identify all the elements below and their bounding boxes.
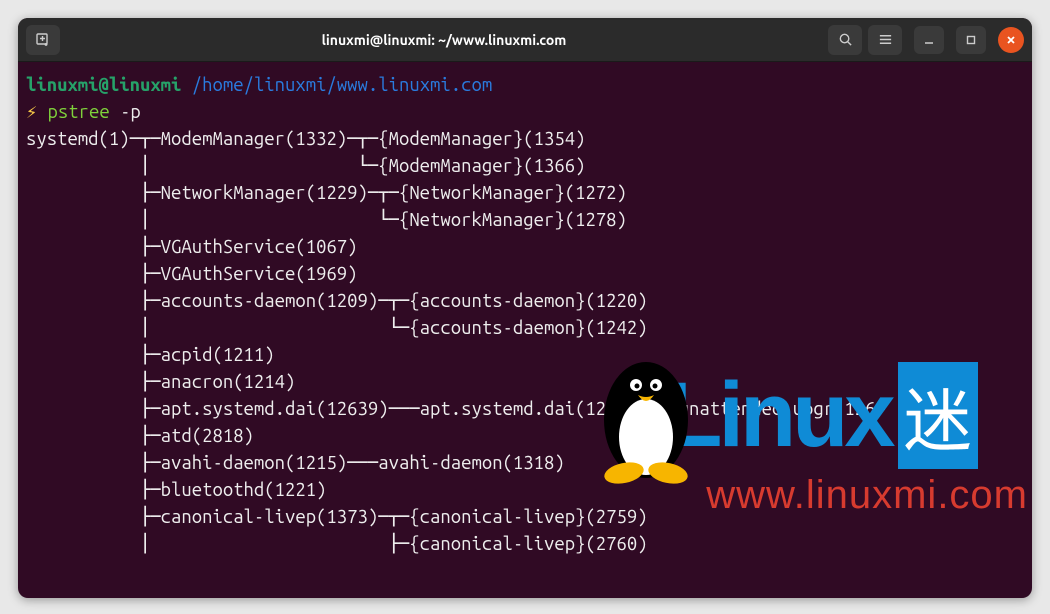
- window-title: linuxmi@linuxmi: ~/www.linuxmi.com: [66, 32, 822, 48]
- minimize-icon: [923, 34, 935, 46]
- new-tab-button[interactable]: [26, 25, 60, 55]
- terminal-body[interactable]: linuxmi@linuxmi /home/linuxmi/www.linuxm…: [18, 62, 1032, 598]
- search-button[interactable]: [828, 25, 862, 55]
- maximize-button[interactable]: [956, 26, 986, 54]
- close-button[interactable]: [998, 27, 1024, 53]
- command-name: pstree: [48, 102, 110, 122]
- prompt-user: linuxmi@linuxmi: [26, 75, 181, 95]
- new-tab-icon: [35, 32, 51, 48]
- search-icon: [838, 32, 853, 47]
- command-output: systemd(1)─┬─ModemManager(1332)─┬─{Modem…: [26, 129, 886, 554]
- prompt-symbol: ⚡: [26, 102, 37, 122]
- prompt-path: /home/linuxmi/www.linuxmi.com: [192, 75, 492, 95]
- minimize-button[interactable]: [914, 26, 944, 54]
- menu-button[interactable]: [868, 25, 902, 55]
- maximize-icon: [965, 34, 977, 46]
- terminal-window: linuxmi@linuxmi: ~/www.linuxmi.com linux…: [18, 18, 1032, 598]
- hamburger-icon: [878, 32, 893, 47]
- command-args: -p: [120, 102, 141, 122]
- close-icon: [1005, 34, 1017, 46]
- titlebar: linuxmi@linuxmi: ~/www.linuxmi.com: [18, 18, 1032, 62]
